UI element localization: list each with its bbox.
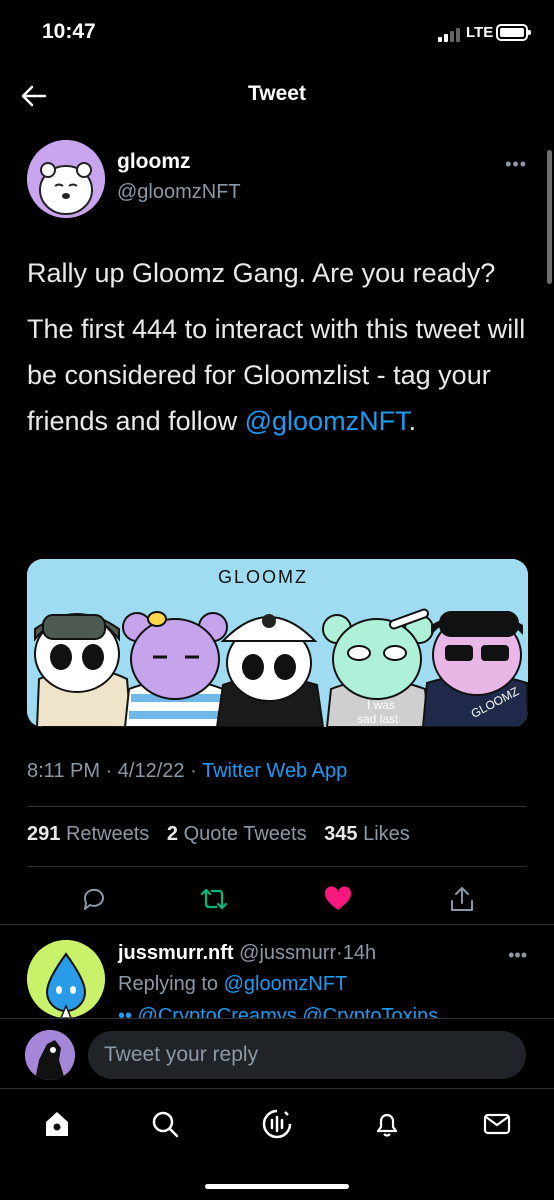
- media-title: GLOOMZ: [218, 567, 308, 587]
- tab-search[interactable]: [148, 1107, 182, 1141]
- compose-reply-bar: [0, 1018, 554, 1088]
- reply-more-options-icon[interactable]: •••: [508, 945, 527, 966]
- separator: ·: [190, 760, 197, 782]
- quotes-count: 2: [166, 823, 178, 845]
- page-title: Tweet: [248, 82, 306, 105]
- share-icon: [451, 887, 473, 911]
- reply-tweet[interactable]: jussmurr.nft @jussmurr·14h ••• Replying …: [0, 925, 554, 1018]
- retweet-icon: [200, 888, 228, 910]
- tweet-meta: 8:11 PM · 4/12/22 · Twitter Web App: [27, 760, 347, 783]
- top-nav: Tweet: [0, 64, 554, 126]
- tweet-stats: 291 Retweets 2 Quote Tweets 345 Likes: [27, 823, 422, 846]
- quotes-label: Quote Tweets: [183, 823, 307, 845]
- author-handle[interactable]: @gloomzNFT: [117, 181, 241, 204]
- reply-avatar[interactable]: [27, 940, 105, 1018]
- tab-spaces[interactable]: [260, 1107, 294, 1141]
- status-time: 10:47: [42, 20, 96, 43]
- retweet-button[interactable]: [199, 884, 229, 914]
- status-bar: 10:47 LTE: [0, 0, 554, 64]
- tab-notifications[interactable]: [370, 1107, 404, 1141]
- reply-icon: [83, 888, 104, 910]
- replying-to-label: Replying to: [118, 973, 224, 995]
- tab-messages[interactable]: [480, 1107, 514, 1141]
- divider: [27, 866, 527, 867]
- reply-author[interactable]: jussmurr.nft @jussmurr·14h: [118, 942, 376, 965]
- separator: ·: [105, 760, 113, 782]
- media-caption: sad last: [357, 712, 399, 726]
- tweet-media-image[interactable]: GLOOMZ I was sad last GLOOMZ: [27, 559, 528, 727]
- tweet-date: 4/12/22: [117, 760, 185, 782]
- tab-home[interactable]: [40, 1107, 74, 1141]
- author-name[interactable]: gloomz: [117, 150, 191, 174]
- tweet-time: 8:11 PM: [27, 760, 100, 782]
- reply-button[interactable]: [79, 884, 109, 914]
- network-label: LTE: [466, 24, 494, 41]
- battery-icon: [496, 24, 531, 41]
- tweet-text: Rally up Gloomz Gang. Are you ready? The…: [27, 250, 527, 454]
- likes-stat[interactable]: 345 Likes: [324, 823, 410, 845]
- tweet-actions: [27, 876, 527, 922]
- bell-icon: [376, 1113, 398, 1137]
- home-indicator[interactable]: [205, 1184, 349, 1189]
- tweet-text-paragraph: Rally up Gloomz Gang. Are you ready?: [27, 258, 496, 288]
- tweet-source-app[interactable]: Twitter Web App: [202, 760, 347, 782]
- likes-count: 345: [324, 823, 358, 845]
- more-options-icon[interactable]: •••: [505, 154, 527, 175]
- user-avatar[interactable]: [25, 1030, 75, 1080]
- quote-tweets-stat[interactable]: 2 Quote Tweets: [167, 823, 307, 845]
- reply-input[interactable]: [88, 1031, 526, 1079]
- home-icon: [46, 1112, 68, 1136]
- share-button[interactable]: [447, 884, 477, 914]
- reply-author-name: jussmurr.nft: [118, 942, 234, 964]
- heart-icon: [324, 886, 352, 910]
- retweets-stat[interactable]: 291 Retweets: [27, 823, 149, 845]
- divider: [27, 806, 527, 807]
- reply-body: •• @CryptoCreamys @CryptoToxins: [118, 1005, 439, 1018]
- signal-icon: [438, 28, 460, 42]
- retweets-count: 291: [27, 823, 61, 845]
- retweets-label: Retweets: [65, 823, 150, 845]
- replying-to: Replying to @gloomzNFT: [118, 973, 347, 996]
- mention-link[interactable]: @gloomzNFT: [245, 406, 409, 436]
- scrollbar[interactable]: [547, 150, 552, 284]
- media-caption: I was: [367, 698, 395, 712]
- author-avatar[interactable]: [27, 140, 105, 218]
- reply-time: 14h: [342, 942, 377, 964]
- separator: ·: [336, 942, 343, 964]
- reply-author-handle: @jussmurr: [239, 942, 337, 964]
- search-icon: [152, 1111, 179, 1138]
- like-button[interactable]: [323, 884, 353, 914]
- tweet-text-span: .: [408, 406, 417, 436]
- replying-to-mention[interactable]: @gloomzNFT: [224, 973, 348, 995]
- tweet-author: gloomz @gloomzNFT •••: [27, 140, 527, 220]
- mail-icon: [483, 1113, 511, 1135]
- spaces-icon: [262, 1109, 292, 1139]
- likes-label: Likes: [363, 823, 410, 845]
- tweet-text-paragraph: The first 444 to interact with this twee…: [27, 306, 527, 444]
